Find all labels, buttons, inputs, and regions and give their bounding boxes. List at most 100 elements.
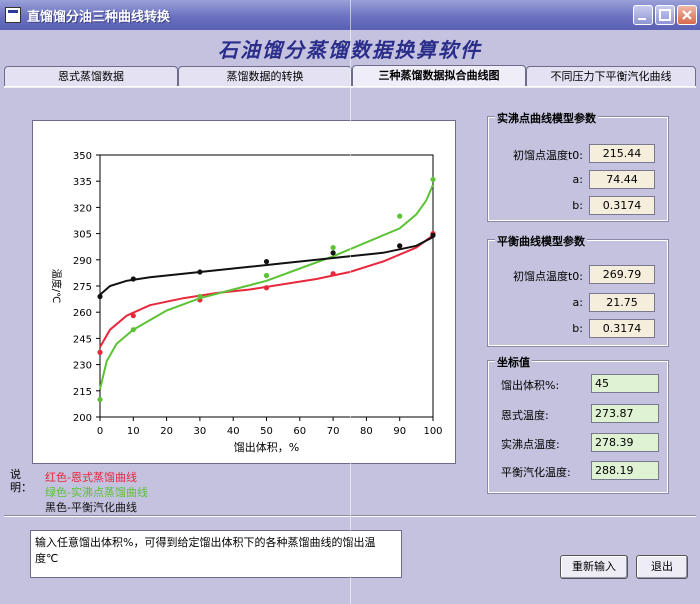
coord-tbp-field[interactable]: 278.39 xyxy=(591,433,659,452)
tab-engler-data[interactable]: 恩式蒸馏数据 xyxy=(4,66,178,86)
x-tick-label: 100 xyxy=(423,426,442,437)
coord-volume-label: 馏出体积%: xyxy=(501,379,560,392)
tab-data-conversion[interactable]: 蒸馏数据的转换 xyxy=(178,66,352,86)
legend-red: 红色-恩式蒸馏曲线 xyxy=(45,471,137,484)
efv-params-title: 平衡曲线模型参数 xyxy=(495,233,587,249)
overlay-split-line xyxy=(350,0,351,604)
coord-volume-row: 馏出体积%: 45 xyxy=(489,374,667,394)
coord-efv-row: 平衡汽化温度: 288.19 xyxy=(489,461,667,481)
tbp-params-title: 实沸点曲线模型参数 xyxy=(495,110,598,126)
efv-a-label: a: xyxy=(572,296,583,309)
efv-params-group: 平衡曲线模型参数 初馏点温度t0: 269.79 a: 21.75 b: 0.3… xyxy=(487,233,669,347)
series-point-1 xyxy=(430,176,436,183)
tbp-a-row: a: 74.44 xyxy=(489,170,667,190)
x-tick-label: 10 xyxy=(127,426,140,437)
window-title: 直馏馏分油三种曲线转换 xyxy=(27,10,171,25)
maximize-icon xyxy=(659,9,671,21)
x-tick-label: 40 xyxy=(227,426,240,437)
y-tick-label: 290 xyxy=(73,256,92,267)
efv-b-label: b: xyxy=(572,322,583,335)
coord-engler-row: 恩式温度: 273.87 xyxy=(489,404,667,424)
legend: 红色-恩式蒸馏曲线 绿色-实沸点蒸馏曲线 黑色-平衡汽化曲线 xyxy=(45,470,148,515)
y-tick-label: 215 xyxy=(73,387,92,398)
efv-t0-field[interactable]: 269.79 xyxy=(589,265,655,284)
series-point-1 xyxy=(397,213,403,219)
minimize-button[interactable] xyxy=(633,5,653,25)
y-tick-label: 335 xyxy=(73,177,92,188)
x-tick-label: 60 xyxy=(293,426,306,437)
x-tick-label: 20 xyxy=(160,426,173,437)
app-icon[interactable] xyxy=(5,7,21,23)
coords-title: 坐标值 xyxy=(495,354,532,370)
series-point-2 xyxy=(130,276,136,282)
tbp-b-field[interactable]: 0.3174 xyxy=(589,196,655,215)
series-point-1 xyxy=(130,327,136,333)
efv-t0-label: 初馏点温度t0: xyxy=(512,270,583,283)
x-axis-label: 馏出体积，% xyxy=(234,440,299,454)
y-tick-label: 305 xyxy=(73,230,92,241)
coords-group: 坐标值 馏出体积%: 45 恩式温度: 273.87 实沸点温度: 278.39… xyxy=(487,354,669,494)
y-tick-label: 245 xyxy=(73,334,92,345)
close-icon xyxy=(682,10,692,20)
x-tick-label: 0 xyxy=(97,426,103,437)
series-point-0 xyxy=(330,271,336,277)
minimize-icon xyxy=(638,18,646,20)
close-button[interactable] xyxy=(677,5,697,25)
coord-engler-field[interactable]: 273.87 xyxy=(591,404,659,423)
tbp-t0-field[interactable]: 215.44 xyxy=(589,144,655,163)
coord-tbp-row: 实沸点温度: 278.39 xyxy=(489,433,667,453)
y-tick-label: 200 xyxy=(73,413,92,424)
tbp-params-group: 实沸点曲线模型参数 初馏点温度t0: 215.44 a: 74.44 b: 0.… xyxy=(487,110,669,222)
coord-volume-input[interactable]: 45 xyxy=(591,374,659,393)
tbp-t0-row: 初馏点温度t0: 215.44 xyxy=(489,144,667,164)
coord-efv-label: 平衡汽化温度: xyxy=(501,466,571,479)
y-tick-label: 260 xyxy=(73,308,92,319)
coord-tbp-label: 实沸点温度: xyxy=(501,438,560,451)
legend-black: 黑色-平衡汽化曲线 xyxy=(45,501,137,514)
x-tick-label: 80 xyxy=(360,426,373,437)
y-tick-label: 350 xyxy=(73,151,92,162)
tbp-b-label: b: xyxy=(572,199,583,212)
series-point-2 xyxy=(330,250,336,256)
legend-green: 绿色-实沸点蒸馏曲线 xyxy=(45,486,148,499)
efv-b-field[interactable]: 0.3174 xyxy=(589,319,655,338)
x-tick-label: 50 xyxy=(260,426,273,437)
chart-panel: 200 215 230 245 260 275 290 305 320 335 350 0 10 20 30… xyxy=(32,120,456,464)
series-point-1 xyxy=(97,396,103,403)
tab-fitted-curves[interactable]: 三种蒸馏数据拟合曲线图 xyxy=(352,65,526,87)
reenter-button[interactable]: 重新输入 xyxy=(560,555,628,579)
series-point-0 xyxy=(97,349,103,355)
efv-b-row: b: 0.3174 xyxy=(489,319,667,339)
x-tick-label: 90 xyxy=(393,426,406,437)
y-axis-label: 温度/℃ xyxy=(50,269,63,304)
tbp-a-field[interactable]: 74.44 xyxy=(589,170,655,189)
series-point-0 xyxy=(130,313,136,319)
series-point-1 xyxy=(263,272,270,279)
tbp-t0-label: 初馏点温度t0: xyxy=(512,149,583,162)
coord-engler-label: 恩式温度: xyxy=(501,409,549,422)
series-point-2 xyxy=(263,258,270,265)
tbp-a-label: a: xyxy=(572,173,583,186)
series-point-2 xyxy=(197,269,203,275)
tbp-b-row: b: 0.3174 xyxy=(489,196,667,216)
tab-flash-curves[interactable]: 不同压力下平衡汽化曲线 xyxy=(526,66,696,86)
efv-a-row: a: 21.75 xyxy=(489,293,667,313)
series-point-2 xyxy=(397,243,403,249)
instruction-box: 输入任意馏出体积%，可得到给定馏出体积下的各种蒸馏曲线的馏出温度℃ xyxy=(30,530,402,578)
y-tick-label: 230 xyxy=(73,361,92,372)
x-tick-label: 30 xyxy=(194,426,207,437)
series-point-2 xyxy=(430,232,436,238)
y-tick-label: 320 xyxy=(73,203,92,214)
distillation-chart: 200 215 230 245 260 275 290 305 320 335 350 0 10 20 30… xyxy=(50,151,443,454)
legend-caption: 说明： xyxy=(10,468,32,494)
maximize-button[interactable] xyxy=(655,5,675,25)
x-tick-label: 70 xyxy=(327,426,340,437)
efv-t0-row: 初馏点温度t0: 269.79 xyxy=(489,265,667,285)
y-tick-label: 275 xyxy=(73,282,92,293)
coord-efv-field[interactable]: 288.19 xyxy=(591,461,659,480)
efv-a-field[interactable]: 21.75 xyxy=(589,293,655,312)
series-point-2 xyxy=(97,293,103,300)
series-point-1 xyxy=(197,293,203,300)
series-point-0 xyxy=(263,285,270,291)
exit-button[interactable]: 退出 xyxy=(636,555,688,579)
